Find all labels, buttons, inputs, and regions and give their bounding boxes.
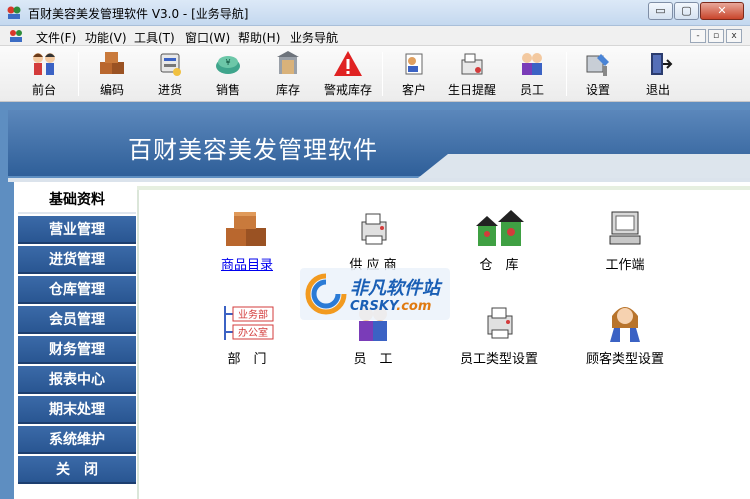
settings-icon xyxy=(586,54,609,76)
module-product-catalog[interactable]: 商品目录 xyxy=(192,208,302,288)
toolbar-purchase-button[interactable]: 进货 xyxy=(140,48,200,100)
toolbar-separator xyxy=(566,52,567,96)
sidebar-nav: 基础资料 营业管理 进货管理 仓库管理 会员管理 财务管理 报表中心 期末处理 … xyxy=(18,186,136,499)
svg-text:¥: ¥ xyxy=(225,58,230,67)
toolbar-settings-label: 设置 xyxy=(585,83,610,97)
sales-icon: ¥ xyxy=(216,56,240,74)
customer-girl-icon xyxy=(610,307,640,342)
toolbar-customer-button[interactable]: 客户 xyxy=(384,48,444,100)
nav-warehouse[interactable]: 仓库管理 xyxy=(18,276,136,304)
nav-maintenance[interactable]: 系统维护 xyxy=(18,426,136,454)
watermark-domain: .com xyxy=(396,299,432,314)
title-bar: 百财美容美发管理软件 V3.0 - [业务导航] ▭ ▢ ✕ xyxy=(0,0,750,26)
customer-icon xyxy=(405,53,423,75)
purchase-icon xyxy=(160,53,181,76)
minimize-button[interactable]: ▭ xyxy=(648,2,673,20)
toolbar-inventory-label: 库存 xyxy=(275,83,300,97)
toolbar: 前台 编码 进货 ¥ 销售 库存 警戒库存 客户 生日提醒 员工 设置 退出 xyxy=(0,46,750,102)
toolbar-birthday-button[interactable]: 生日提醒 xyxy=(442,48,502,100)
toolbar-settings-button[interactable]: 设置 xyxy=(568,48,628,100)
toolbar-sales-button[interactable]: ¥ 销售 xyxy=(198,48,258,100)
boxes-icon xyxy=(100,52,124,74)
menu-window[interactable]: 窗口(W) xyxy=(185,29,230,46)
module-warehouse-label: 仓 库 xyxy=(479,258,519,273)
mdi-minimize-button[interactable]: - xyxy=(690,29,706,43)
toolbar-separator xyxy=(78,52,79,96)
banner-title: 百财美容美发管理软件 xyxy=(128,136,378,164)
module-department-label: 部 门 xyxy=(227,352,267,367)
toolbar-sales-label: 销售 xyxy=(215,83,240,97)
toolbar-staff-label: 员工 xyxy=(519,83,544,97)
close-button[interactable]: ✕ xyxy=(700,2,744,20)
org-chart-icon: 业务部 办公室 xyxy=(224,306,274,340)
watermark-sub-name: CRSKY xyxy=(350,299,397,314)
inventory-icon xyxy=(277,51,299,74)
nav-business[interactable]: 营业管理 xyxy=(18,216,136,244)
toolbar-alert-stock-label: 警戒库存 xyxy=(323,83,372,97)
banner-tab xyxy=(418,154,750,178)
nav-close[interactable]: 关 闭 xyxy=(18,456,136,484)
menu-file[interactable]: 文件(F) xyxy=(36,29,76,46)
toolbar-staff-button[interactable]: 员工 xyxy=(502,48,562,100)
menu-business-nav[interactable]: 业务导航 xyxy=(290,29,338,46)
module-warehouse[interactable]: 仓 库 xyxy=(444,208,554,288)
toolbar-frontdesk-button[interactable]: 前台 xyxy=(14,48,74,100)
maximize-button[interactable]: ▢ xyxy=(674,2,699,20)
toolbar-purchase-label: 进货 xyxy=(157,83,182,97)
module-workstation[interactable]: 工作端 xyxy=(570,208,680,288)
nav-finance[interactable]: 财务管理 xyxy=(18,336,136,364)
menu-bar: 文件(F) 功能(V) 工具(T) 窗口(W) 帮助(H) 业务导航 - ▫ x xyxy=(0,26,750,46)
toolbar-birthday-label: 生日提醒 xyxy=(447,83,496,97)
module-staff-label: 员 工 xyxy=(353,352,393,367)
boxes-icon xyxy=(226,212,266,246)
module-panel-band xyxy=(137,186,750,190)
watermark-sub: CRSKY.com xyxy=(350,299,431,314)
mdi-close-button[interactable]: x xyxy=(726,29,742,43)
module-workstation-label: 工作端 xyxy=(605,258,645,273)
warning-icon xyxy=(334,51,362,76)
nav-members[interactable]: 会员管理 xyxy=(18,306,136,334)
module-department[interactable]: 业务部 办公室 部 门 xyxy=(192,302,302,382)
toolbar-separator xyxy=(382,52,383,96)
nav-basic-data[interactable]: 基础资料 xyxy=(18,186,136,214)
menu-help[interactable]: 帮助(H) xyxy=(238,29,280,46)
exit-icon xyxy=(651,53,673,75)
printer-icon xyxy=(487,307,513,339)
module-customer-type[interactable]: 顾客类型设置 xyxy=(570,302,680,382)
window-title: 百财美容美发管理软件 V3.0 - [业务导航] xyxy=(28,7,249,21)
org-chart-top-label: 业务部 xyxy=(238,308,268,321)
toolbar-alert-stock-button[interactable]: 警戒库存 xyxy=(318,48,378,100)
module-staff-type[interactable]: 员工类型设置 xyxy=(444,302,554,382)
mdi-child-icon xyxy=(10,30,22,42)
staff-icon xyxy=(522,53,542,75)
toolbar-customer-label: 客户 xyxy=(401,83,426,97)
menu-function[interactable]: 功能(V) xyxy=(85,29,127,46)
toolbar-coding-label: 编码 xyxy=(99,83,124,97)
org-chart-bottom-label: 办公室 xyxy=(238,326,268,339)
toolbar-exit-label: 退出 xyxy=(645,83,670,97)
menu-tools[interactable]: 工具(T) xyxy=(134,29,175,46)
toolbar-inventory-button[interactable]: 库存 xyxy=(258,48,318,100)
birthday-icon xyxy=(461,53,483,75)
module-staff-type-label: 员工类型设置 xyxy=(459,352,538,367)
app-icon xyxy=(7,6,21,19)
toolbar-exit-button[interactable]: 退出 xyxy=(628,48,688,100)
printer-icon xyxy=(361,213,387,245)
watermark-title: 非凡软件站 xyxy=(350,278,440,299)
watermark: 非凡软件站 CRSKY.com xyxy=(300,268,450,320)
mdi-restore-button[interactable]: ▫ xyxy=(708,29,724,43)
watermark-logo-icon xyxy=(305,273,347,315)
warehouse-icon xyxy=(476,210,524,246)
people-icon xyxy=(33,53,55,75)
nav-period-end[interactable]: 期末处理 xyxy=(18,396,136,424)
computer-icon xyxy=(609,211,641,245)
module-customer-type-label: 顾客类型设置 xyxy=(585,352,664,367)
nav-reports[interactable]: 报表中心 xyxy=(18,366,136,394)
module-product-catalog-label: 商品目录 xyxy=(220,258,273,273)
nav-purchase[interactable]: 进货管理 xyxy=(18,246,136,274)
toolbar-coding-button[interactable]: 编码 xyxy=(82,48,142,100)
toolbar-frontdesk-label: 前台 xyxy=(31,83,56,97)
